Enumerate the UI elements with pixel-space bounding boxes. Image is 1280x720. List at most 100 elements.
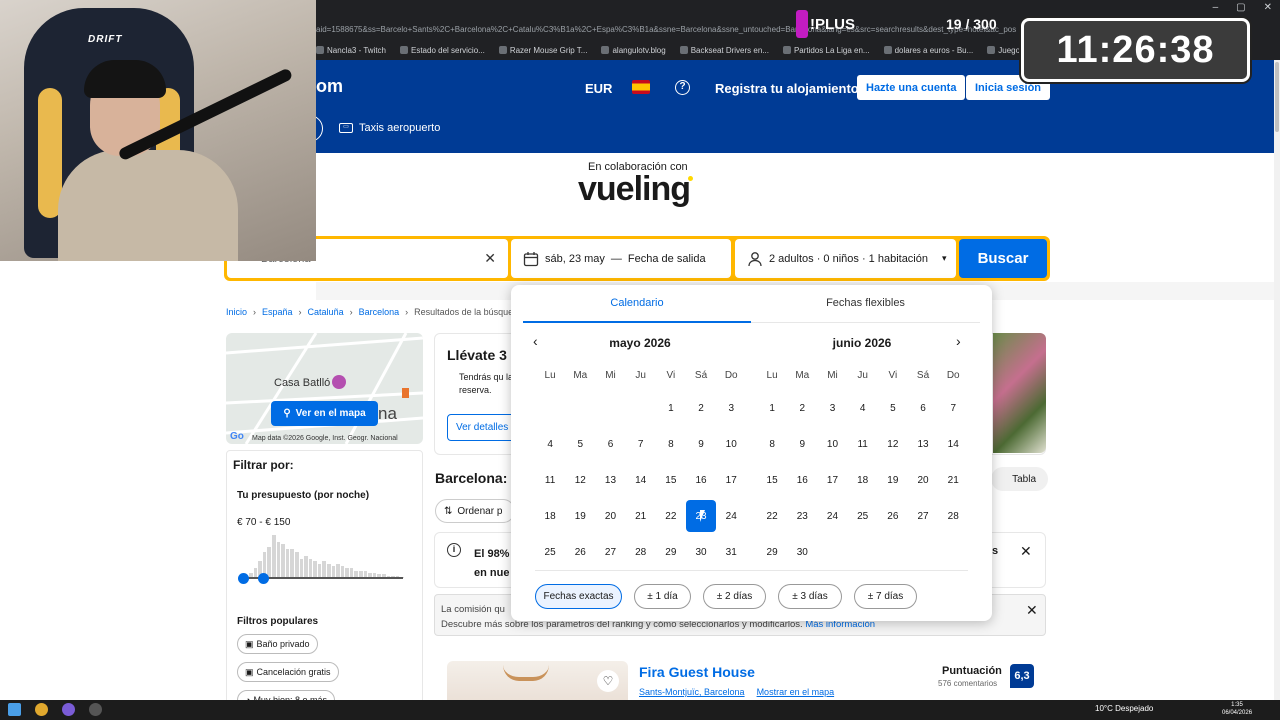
flex-exact-dates[interactable]: Fechas exactas bbox=[535, 584, 622, 609]
calendar-day[interactable]: 15 bbox=[656, 462, 686, 498]
calendar-day[interactable]: 21 bbox=[626, 498, 656, 534]
calendar-day[interactable]: 16 bbox=[686, 462, 716, 498]
calendar-day[interactable]: 13 bbox=[908, 426, 938, 462]
minimize-icon[interactable]: – bbox=[1213, 2, 1219, 13]
sort-button[interactable]: ⇅ Ordenar p bbox=[435, 499, 515, 523]
nav-tab-taxis[interactable]: ▭ Taxis aeropuerto bbox=[339, 122, 440, 134]
close-icon[interactable]: ✕ bbox=[1026, 602, 1038, 619]
calendar-day[interactable]: 7 bbox=[626, 426, 656, 462]
calendar-day[interactable]: 9 bbox=[686, 426, 716, 462]
calendar-day[interactable]: 12 bbox=[565, 462, 595, 498]
flex-plus-minus-3[interactable]: ± 3 días bbox=[778, 584, 842, 609]
hotel-area-link[interactable]: Sants-Montjuïc, Barcelona bbox=[639, 687, 745, 697]
calendar-day[interactable]: 24 bbox=[716, 498, 746, 534]
hotel-name-link[interactable]: Fira Guest House bbox=[639, 664, 755, 680]
tab-flexible-dates[interactable]: Fechas flexibles bbox=[751, 297, 980, 323]
calendar-day[interactable]: 8 bbox=[656, 426, 686, 462]
bookmark-item[interactable]: dolares a euros - Bu... bbox=[883, 46, 973, 55]
calendar-day[interactable]: 2 bbox=[686, 390, 716, 426]
maximize-icon[interactable]: ▢ bbox=[1236, 2, 1245, 13]
calendar-day[interactable]: 6 bbox=[908, 390, 938, 426]
calendar-day[interactable]: 4 bbox=[848, 390, 878, 426]
price-slider-max-handle[interactable] bbox=[258, 573, 269, 584]
calendar-day[interactable]: 20 bbox=[595, 498, 625, 534]
calendar-day[interactable]: 16 bbox=[787, 462, 817, 498]
calendar-day[interactable]: 17 bbox=[716, 462, 746, 498]
calendar-day[interactable]: 12 bbox=[878, 426, 908, 462]
spain-flag-icon[interactable] bbox=[632, 80, 650, 94]
create-account-button[interactable]: Hazte una cuenta bbox=[857, 75, 966, 100]
breadcrumb-item[interactable]: España bbox=[262, 307, 293, 317]
close-window-icon[interactable]: ✕ bbox=[1264, 2, 1272, 13]
show-on-map-link[interactable]: Mostrar en el mapa bbox=[757, 687, 835, 697]
price-slider-min-handle[interactable] bbox=[238, 573, 249, 584]
calendar-day[interactable]: 11 bbox=[535, 462, 565, 498]
bookmark-item[interactable]: Partidos La Liga en... bbox=[782, 46, 870, 55]
breadcrumb-item[interactable]: Cataluña bbox=[308, 307, 344, 317]
calendar-day[interactable]: 21 bbox=[938, 462, 968, 498]
close-icon[interactable]: ✕ bbox=[1020, 543, 1032, 560]
scrollbar-thumb[interactable] bbox=[1275, 62, 1279, 132]
calendar-day[interactable]: 17 bbox=[817, 462, 847, 498]
start-icon[interactable] bbox=[8, 703, 21, 716]
flex-plus-minus-2[interactable]: ± 2 días bbox=[703, 584, 766, 609]
calendar-day[interactable]: 1 bbox=[757, 390, 787, 426]
calendar-day[interactable]: 26 bbox=[565, 534, 595, 570]
calendar-day[interactable]: 26 bbox=[878, 498, 908, 534]
breadcrumb-item[interactable]: Inicio bbox=[226, 307, 247, 317]
calendar-day[interactable]: 29 bbox=[757, 534, 787, 570]
flex-plus-minus-1[interactable]: ± 1 día bbox=[634, 584, 691, 609]
calendar-day[interactable]: 28 bbox=[938, 498, 968, 534]
calendar-day[interactable]: 1 bbox=[656, 390, 686, 426]
bookmark-item[interactable]: Nancla3 - Twitch bbox=[316, 46, 386, 55]
calendar-day[interactable]: 24 bbox=[817, 498, 847, 534]
calendar-day[interactable]: 10 bbox=[817, 426, 847, 462]
calendar-day[interactable]: 27 bbox=[595, 534, 625, 570]
calendar-day[interactable]: 19 bbox=[878, 462, 908, 498]
show-map-button[interactable]: ⚲ Ver en el mapa bbox=[271, 401, 378, 426]
address-bar[interactable]: aid=1588675&ss=Barcelo+Sants%2C+Barcelon… bbox=[316, 22, 1016, 38]
calendar-day[interactable]: 22 bbox=[757, 498, 787, 534]
calendar-day[interactable]: 30 bbox=[686, 534, 716, 570]
calendar-day[interactable]: 23 bbox=[787, 498, 817, 534]
calendar-day[interactable]: 9 bbox=[787, 426, 817, 462]
system-clock[interactable]: 1:35 06/04/2026 bbox=[1222, 701, 1252, 717]
currency-button[interactable]: EUR bbox=[585, 81, 612, 96]
calendar-day[interactable]: 2 bbox=[787, 390, 817, 426]
bookmark-item[interactable]: Estado del servicio... bbox=[400, 46, 485, 55]
site-logo[interactable]: om bbox=[316, 76, 343, 97]
calendar-day[interactable]: 6 bbox=[595, 426, 625, 462]
tab-calendar[interactable]: Calendario bbox=[523, 297, 751, 323]
calendar-day[interactable]: 28 bbox=[626, 534, 656, 570]
promo-details-button[interactable]: Ver detalles bbox=[447, 414, 517, 441]
calendar-day[interactable]: 18 bbox=[535, 498, 565, 534]
bookmark-item[interactable]: alangulotv.blog bbox=[601, 46, 666, 55]
help-icon[interactable]: ? bbox=[675, 80, 690, 95]
calendar-day[interactable]: 30 bbox=[787, 534, 817, 570]
calendar-day[interactable]: 15 bbox=[757, 462, 787, 498]
calendar-day[interactable]: 25 bbox=[848, 498, 878, 534]
calendar-day[interactable]: 4 bbox=[535, 426, 565, 462]
flex-plus-minus-7[interactable]: ± 7 días bbox=[854, 584, 917, 609]
guests-selector[interactable]: 2 adultos · 0 niños · 1 habitación ▾ bbox=[735, 239, 956, 278]
calendar-day[interactable]: 19 bbox=[565, 498, 595, 534]
filter-chip-free-cancel[interactable]: ▣ Cancelación gratis bbox=[237, 662, 339, 682]
calendar-day[interactable]: 27 bbox=[908, 498, 938, 534]
filter-chip-private-bath[interactable]: ▣ Baño privado bbox=[237, 634, 318, 654]
clear-icon[interactable]: ✕ bbox=[484, 250, 496, 267]
weather-widget[interactable]: 10°C Despejado bbox=[1095, 704, 1153, 713]
calendar-day[interactable]: 20 bbox=[908, 462, 938, 498]
calendar-day[interactable]: 25 bbox=[535, 534, 565, 570]
calendar-day[interactable]: 13 bbox=[595, 462, 625, 498]
bookmark-item[interactable]: Backseat Drivers en... bbox=[679, 46, 769, 55]
date-picker-field[interactable]: sáb, 23 may — Fecha de salida bbox=[511, 239, 731, 278]
calendar-day[interactable]: 31 bbox=[716, 534, 746, 570]
calendar-day[interactable]: 29 bbox=[656, 534, 686, 570]
calendar-day[interactable]: 5 bbox=[878, 390, 908, 426]
calendar-day[interactable]: 18 bbox=[848, 462, 878, 498]
scrollbar-track[interactable] bbox=[1274, 60, 1280, 700]
app-icon[interactable] bbox=[62, 703, 75, 716]
calendar-day[interactable]: 8 bbox=[757, 426, 787, 462]
bookmark-item[interactable]: Razer Mouse Grip T... bbox=[498, 46, 587, 55]
app-icon[interactable] bbox=[89, 703, 102, 716]
